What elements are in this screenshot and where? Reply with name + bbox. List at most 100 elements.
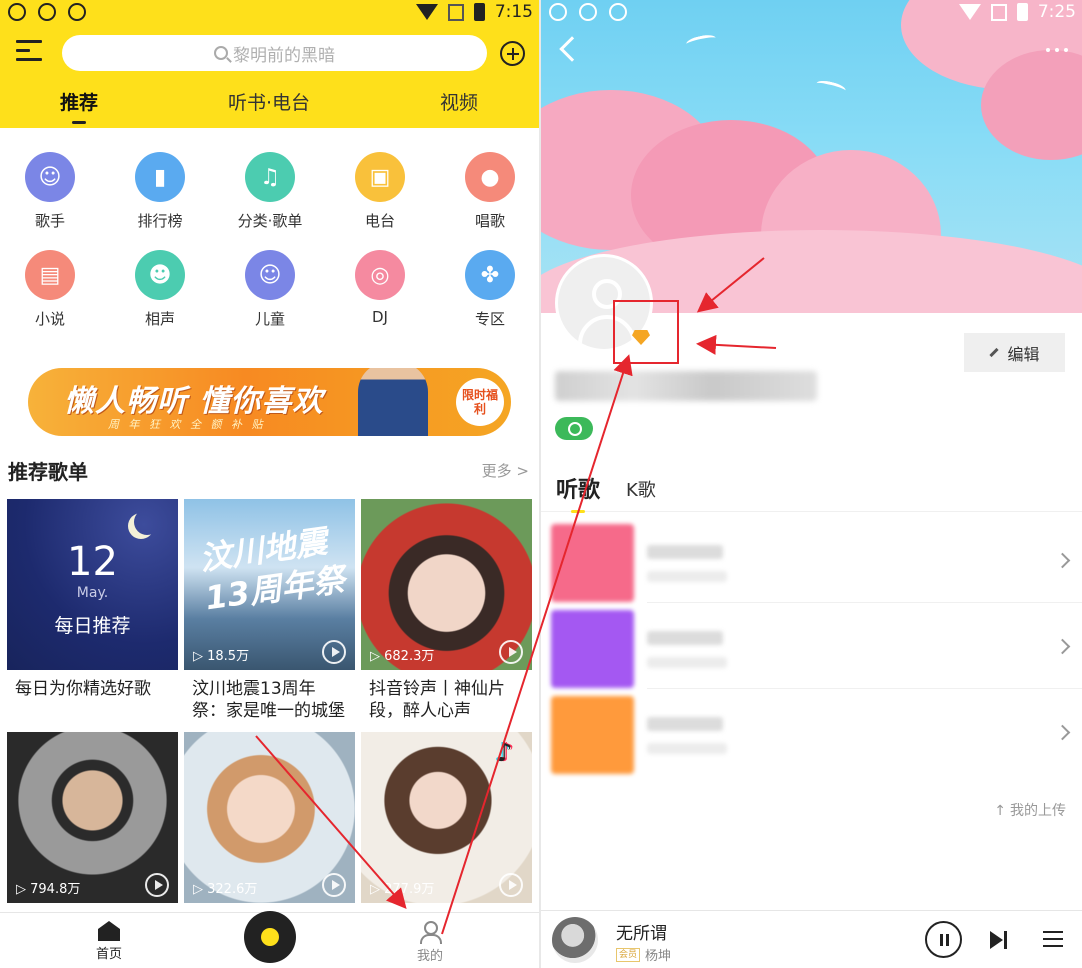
banner-badge: 限时福利 [456, 378, 504, 426]
tab-video[interactable]: 视频 [440, 88, 478, 115]
chevron-right-icon [1054, 638, 1071, 655]
chevron-right-icon [1054, 552, 1071, 569]
category-chart[interactable]: ▮ 排行榜 [115, 152, 205, 231]
user-icon [419, 921, 442, 944]
tab-recommend[interactable]: 推荐 [60, 88, 98, 115]
category-novel[interactable]: ▤ 小说 [5, 250, 95, 329]
section-title: 推荐歌单 [8, 460, 88, 484]
my-uploads-link[interactable]: 我的上传 [994, 800, 1066, 820]
play-icon[interactable] [145, 873, 169, 897]
menu-button[interactable] [16, 40, 42, 64]
search-icon [214, 46, 228, 60]
category-crosstalk[interactable]: ☻ 相声 [115, 250, 205, 329]
category-label: 相声 [144, 310, 175, 328]
nav-mine[interactable]: 我的 [400, 921, 460, 964]
home-icon [98, 921, 120, 941]
app-notification-icon [68, 3, 86, 21]
category-playlist[interactable]: ♫ 分类·歌单 [225, 152, 315, 231]
back-icon[interactable] [559, 36, 585, 62]
baby-icon: ☺ [245, 250, 295, 300]
promo-banner[interactable]: 懒人畅听 懂你喜欢 周 年 狂 欢 全 额 补 贴 限时福利 [28, 368, 511, 436]
play-icon[interactable] [499, 640, 523, 664]
nav-home-label: 首页 [95, 947, 122, 962]
next-track-button[interactable] [990, 931, 1010, 949]
category-radio[interactable]: ▣ 电台 [335, 152, 425, 231]
playlist-card[interactable]: ▷ 794.8万 [7, 732, 178, 903]
playlist-thumb-blurred [551, 524, 634, 602]
category-label: 排行榜 [137, 212, 183, 230]
playlist-thumb-blurred [551, 696, 634, 774]
playlist-card-daily[interactable]: 12 May. 每日推荐 每日为你精选好歌 [7, 499, 178, 700]
song-title: 无所谓 [616, 924, 667, 944]
play-count: ▷ 322.6万 [193, 882, 258, 897]
nav-mine-label: 我的 [416, 949, 443, 964]
tiktok-icon: ♪ [496, 738, 513, 768]
playlist-card[interactable]: ▷ 682.3万 抖音铃声丨神仙片段，醉人心声 [361, 499, 532, 722]
category-sing[interactable]: ● 唱歌 [445, 152, 535, 231]
pause-button[interactable] [925, 921, 962, 958]
playlist-queue-button[interactable] [1043, 931, 1063, 947]
category-label: 电台 [364, 212, 395, 230]
edit-label: 编辑 [1007, 344, 1040, 364]
daily-label: 每日推荐 [54, 615, 131, 637]
home-header: 7:15 黎明前的黑暗 推荐 听书·电台 视频 [0, 0, 539, 128]
tab-karaoke[interactable]: K歌 [626, 476, 656, 502]
category-children[interactable]: ☺ 儿童 [225, 250, 315, 329]
playlist-cover: ▷ 794.8万 [7, 732, 178, 903]
play-icon[interactable] [499, 873, 523, 897]
category-zone[interactable]: ✤ 专区 [445, 250, 535, 329]
playlist-caption: 抖音铃声丨神仙片段，醉人心声 [369, 679, 505, 721]
play-icon[interactable] [322, 640, 346, 664]
system-icons: 7:15 [415, 2, 533, 22]
nav-home[interactable]: 首页 [79, 921, 139, 962]
app-notification-icon [38, 3, 56, 21]
play-count: ▷ 18.5万 [193, 649, 250, 664]
play-count: ▷ 277.9万 [370, 882, 435, 897]
daily-month: May. [76, 585, 109, 601]
bird-shape [685, 32, 717, 50]
now-playing-cover[interactable] [552, 917, 598, 963]
singer-icon: ☺ [25, 152, 75, 202]
play-icon[interactable] [322, 873, 346, 897]
banner-subtitle: 周 年 狂 欢 全 额 补 贴 [108, 418, 266, 431]
playlist-card[interactable]: ♪ ▷ 277.9万 [361, 732, 532, 903]
now-playing-disc-button[interactable] [244, 911, 296, 963]
no-sim-icon [447, 3, 464, 21]
playlist-cover: ▷ 682.3万 [361, 499, 532, 670]
list-item[interactable] [541, 603, 1082, 689]
no-sim-icon [990, 3, 1007, 21]
more-options-icon[interactable] [1046, 48, 1068, 52]
banner-title: 懒人畅听 懂你喜欢 [64, 384, 324, 419]
category-label: DJ [372, 308, 388, 326]
category-singer[interactable]: ☺ 歌手 [5, 152, 95, 231]
category-dj[interactable]: ◎ DJ [335, 250, 425, 326]
level-badge[interactable] [555, 417, 593, 440]
dj-icon: ◎ [355, 250, 405, 300]
add-button[interactable] [500, 41, 525, 66]
search-input[interactable]: 黎明前的黑暗 [62, 35, 487, 71]
battery-icon [1016, 3, 1028, 21]
mini-player: 无所谓 会员 杨坤 [541, 910, 1082, 968]
list-item[interactable] [541, 689, 1082, 775]
grid-icon: ✤ [465, 250, 515, 300]
tab-listen[interactable]: 听歌 [556, 472, 600, 504]
microphone-icon: ● [465, 152, 515, 202]
tab-audiobook-radio[interactable]: 听书·电台 [228, 88, 310, 115]
playlist-caption: 每日为你精选好歌 [15, 679, 151, 699]
more-link[interactable]: 更多 > [482, 460, 529, 481]
playlist-caption: 汶川地震13周年祭：家是唯一的城堡 [192, 679, 345, 721]
category-label: 分类·歌单 [237, 212, 303, 230]
clock: 7:25 [1037, 2, 1076, 22]
playlist-card[interactable]: 汶川地震 13周年祭 ▷ 18.5万 汶川地震13周年祭：家是唯一的城堡 [184, 499, 355, 722]
edit-profile-button[interactable]: 编辑 [964, 333, 1065, 372]
bottom-nav: 首页 我的 [0, 911, 539, 968]
profile-tabs: 听歌 K歌 [541, 468, 1082, 512]
list-item[interactable] [541, 517, 1082, 603]
playlist-card[interactable]: ▷ 322.6万 [184, 732, 355, 903]
bird-shape [815, 78, 847, 96]
blurred-title [647, 631, 723, 645]
play-count: ▷ 794.8万 [16, 882, 81, 897]
app-notification-icon [8, 3, 26, 21]
blurred-subtitle [647, 657, 727, 668]
clock: 7:15 [494, 2, 533, 22]
